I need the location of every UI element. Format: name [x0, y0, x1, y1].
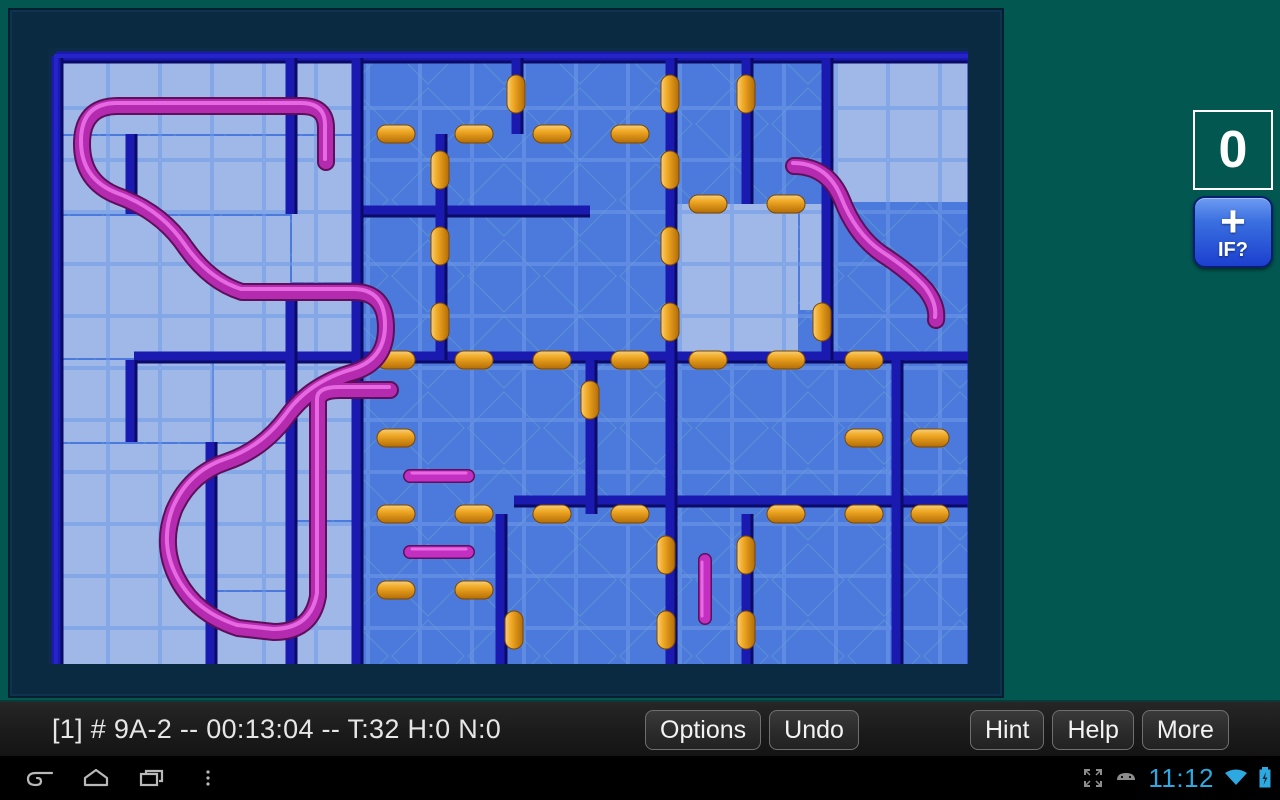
- pill-horizontal[interactable]: [532, 350, 572, 370]
- pill-vertical[interactable]: [660, 150, 680, 190]
- pill-horizontal[interactable]: [532, 504, 572, 524]
- pill-vertical[interactable]: [430, 226, 450, 266]
- back-arrow-icon[interactable]: [12, 756, 68, 800]
- pill-horizontal[interactable]: [376, 124, 416, 144]
- light-cell: [800, 204, 824, 310]
- hint-button[interactable]: Hint: [970, 710, 1045, 750]
- light-cell: [826, 56, 968, 202]
- pill-horizontal[interactable]: [610, 504, 650, 524]
- counter-box: 0: [1193, 110, 1273, 190]
- pill-horizontal[interactable]: [454, 124, 494, 144]
- pill-horizontal[interactable]: [376, 580, 416, 600]
- more-button[interactable]: More: [1141, 710, 1229, 750]
- undo-button[interactable]: Undo: [769, 710, 859, 750]
- pill-vertical[interactable]: [660, 74, 680, 114]
- pill-vertical[interactable]: [580, 380, 600, 420]
- pill-horizontal[interactable]: [610, 350, 650, 370]
- pill-vertical[interactable]: [812, 302, 832, 342]
- hud-panel: 0 + IF?: [1193, 110, 1273, 268]
- pill-horizontal[interactable]: [610, 124, 650, 144]
- pill-vertical[interactable]: [656, 535, 676, 575]
- pill-horizontal[interactable]: [454, 504, 494, 524]
- pill-vertical[interactable]: [660, 302, 680, 342]
- pill-horizontal[interactable]: [688, 350, 728, 370]
- android-robot-icon: [1114, 769, 1138, 787]
- pill-horizontal[interactable]: [766, 194, 806, 214]
- battery-charging-icon: [1258, 767, 1272, 789]
- pill-horizontal[interactable]: [454, 580, 494, 600]
- help-button[interactable]: Help: [1052, 710, 1134, 750]
- board-inner: [48, 48, 968, 664]
- pill-vertical[interactable]: [736, 74, 756, 114]
- pill-horizontal[interactable]: [532, 124, 572, 144]
- if-button[interactable]: + IF?: [1193, 196, 1273, 268]
- bottom-toolbar: [1] # 9A-2 -- 00:13:04 -- T:32 H:0 N:0 O…: [0, 700, 1280, 756]
- pill-vertical[interactable]: [504, 610, 524, 650]
- pill-horizontal[interactable]: [688, 194, 728, 214]
- pill-horizontal[interactable]: [844, 350, 884, 370]
- pill-vertical[interactable]: [736, 610, 756, 650]
- pill-horizontal[interactable]: [766, 504, 806, 524]
- pill-horizontal[interactable]: [910, 428, 950, 448]
- pill-vertical[interactable]: [660, 226, 680, 266]
- pill-vertical[interactable]: [656, 610, 676, 650]
- home-icon[interactable]: [68, 756, 124, 800]
- options-button[interactable]: Options: [645, 710, 762, 750]
- toolbar-right-group: Hint Help More: [970, 710, 1229, 750]
- overflow-menu-icon[interactable]: [180, 756, 236, 800]
- pill-vertical[interactable]: [506, 74, 526, 114]
- recent-apps-icon[interactable]: [124, 756, 180, 800]
- pill-horizontal[interactable]: [844, 504, 884, 524]
- pill-horizontal[interactable]: [376, 504, 416, 524]
- status-text: [1] # 9A-2 -- 00:13:04 -- T:32 H:0 N:0: [52, 713, 502, 744]
- if-button-label: IF?: [1218, 239, 1248, 261]
- game-area: 0 + IF?: [0, 0, 1280, 700]
- pill-horizontal[interactable]: [910, 504, 950, 524]
- pill-vertical[interactable]: [736, 535, 756, 575]
- pill-vertical[interactable]: [430, 302, 450, 342]
- wifi-icon: [1224, 768, 1248, 788]
- pill-horizontal[interactable]: [844, 428, 884, 448]
- puzzle-board[interactable]: [48, 48, 968, 664]
- fullscreen-icon[interactable]: [1082, 767, 1104, 789]
- counter-value: 0: [1218, 121, 1248, 179]
- android-navigation-bar: 11:12: [0, 756, 1280, 800]
- toolbar-left-group: Options Undo: [645, 710, 859, 750]
- pill-horizontal[interactable]: [454, 350, 494, 370]
- nav-right-group: 11:12: [1082, 763, 1272, 794]
- nav-left-group: [12, 756, 236, 800]
- app-root: 0 + IF? [1] # 9A-2 -- 00:13:04 -- T:32 H…: [0, 0, 1280, 800]
- pill-horizontal[interactable]: [766, 350, 806, 370]
- system-clock: 11:12: [1148, 762, 1214, 793]
- plus-icon: +: [1220, 197, 1246, 246]
- board-frame: [8, 8, 1004, 698]
- pill-vertical[interactable]: [430, 150, 450, 190]
- pill-horizontal[interactable]: [376, 428, 416, 448]
